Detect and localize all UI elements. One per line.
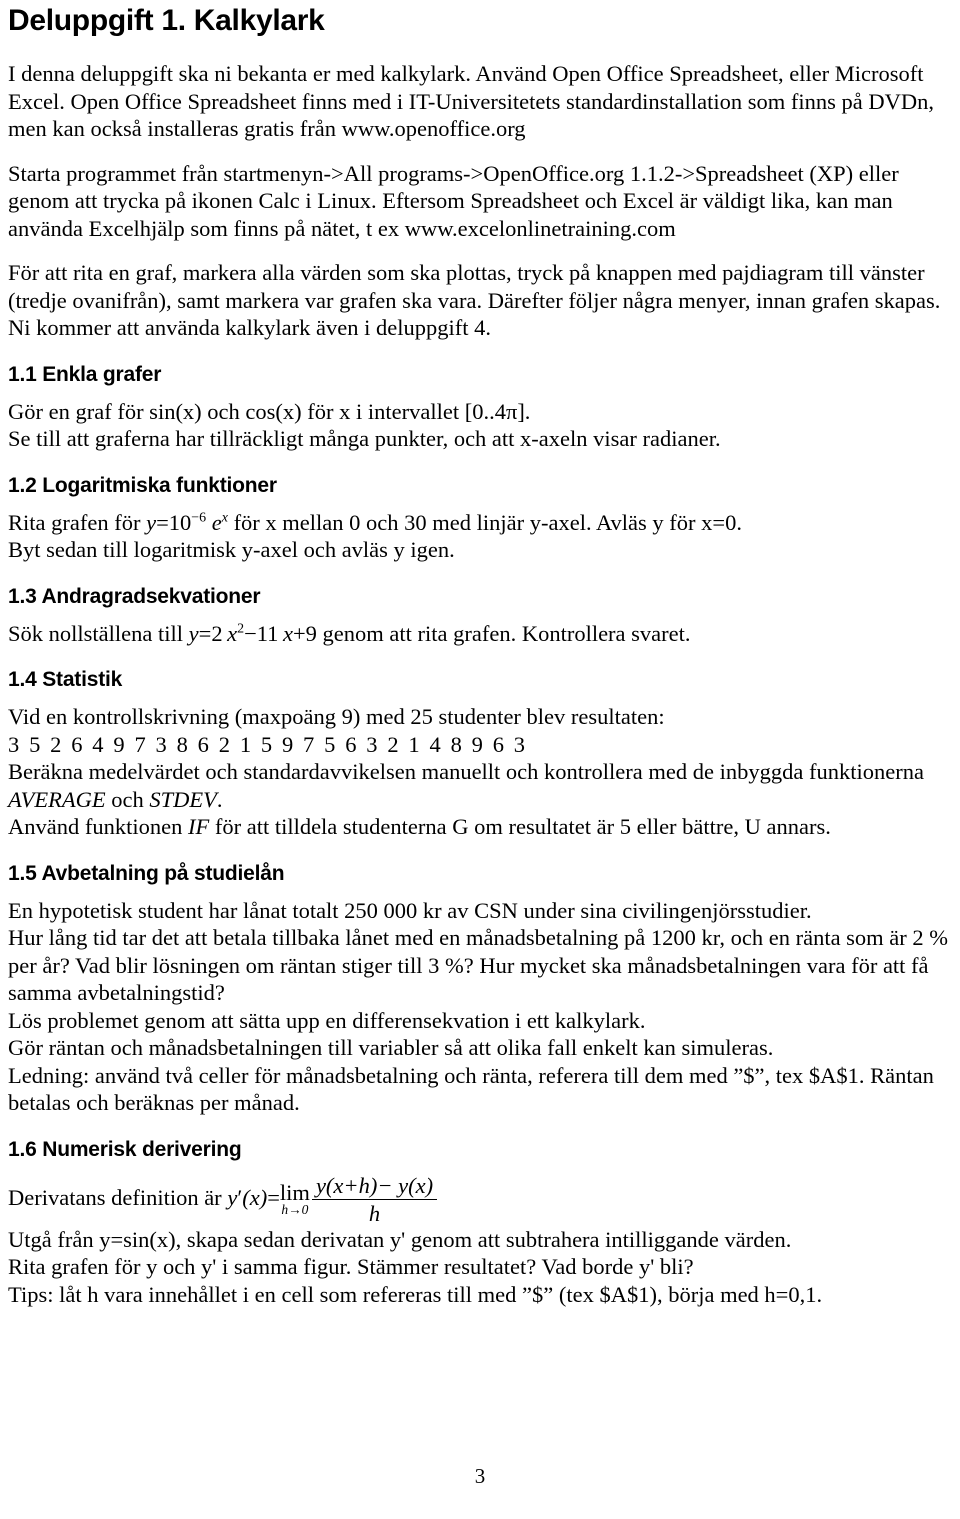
section-1-6-line-4: Tips: låt h vara innehållet i en cell so…: [8, 1281, 823, 1307]
section-1-3-line-1-before: Sök nollställena till: [8, 620, 183, 646]
formula-exp-equals: =: [156, 509, 169, 535]
section-1-4-line-1: Vid en kontrollskrivning (maxpoäng 9) me…: [8, 704, 665, 729]
formula-deriv-arg: (x): [242, 1184, 268, 1210]
function-name-stdev: STDEV: [149, 786, 217, 812]
intro-paragraph-1: I denna deluppgift ska ni bekanta er med…: [8, 61, 935, 141]
section-heading-1-6: 1.6 Numerisk derivering: [8, 1137, 242, 1161]
section-1-3-line-1: Sök nollställena till y=2 x2−11 x+9 geno…: [8, 620, 952, 648]
page-title: Deluppgift 1. Kalkylark: [8, 4, 325, 37]
formula-exponential: y=10−6 ex: [146, 510, 228, 535]
formula-quadratic: y=2 x2−11 x+9: [189, 621, 317, 646]
formula-exp-base: 10: [168, 509, 192, 535]
formula-quad-var: x: [227, 620, 238, 646]
formula-derivative-definition: y′(x)= lim h→0 y(x+h)− y(x) h: [227, 1173, 439, 1226]
section-1-5-line-2: Hur lång tid tar det att betala tillbaka…: [8, 925, 949, 1005]
section-1-6-line-1-before: Derivatans definition är: [8, 1184, 222, 1210]
section-heading-1-2: 1.2 Logaritmiska funktioner: [8, 473, 277, 497]
formula-deriv-lim-label: lim: [279, 1179, 310, 1205]
section-1-1-line-1: Gör en graf för sin(x) och cos(x) för x …: [8, 398, 531, 424]
formula-exp-e: e: [211, 509, 222, 535]
formula-quad-plus: +: [292, 620, 306, 646]
section-1-3-line-1-after: genom att rita grafen. Kontrollera svare…: [322, 620, 691, 646]
section-1-6-line-3: Rita grafen för y och y' i samma figur. …: [8, 1254, 694, 1280]
formula-deriv-y: y: [227, 1184, 238, 1210]
section-1-4-line-4-after: för att tilldela studenterna G om result…: [214, 814, 831, 839]
section-1-4-line-3-after: .: [216, 786, 223, 812]
section-1-4-line-3-before: Beräkna medelvärdet och standardavvikels…: [8, 759, 924, 784]
section-1-6-line-1: Derivatans definition är y′(x)= lim h→0 y(x…: [8, 1173, 952, 1226]
section-1-2-line-1: Rita grafen för y=10−6 ex för x mellan 0…: [8, 509, 952, 537]
page-number: 3: [474, 1464, 486, 1488]
formula-quad-coef: 2: [211, 620, 223, 646]
formula-deriv-numerator: y(x+h)− y(x): [311, 1173, 438, 1200]
formula-deriv-fraction: y(x+h)− y(x) h: [311, 1173, 438, 1226]
formula-quad-b-var: x: [282, 620, 293, 646]
formula-quad-c: 9: [305, 620, 317, 646]
document-page: Deluppgift 1. Kalkylark I denna deluppgi…: [0, 0, 960, 1519]
section-1-5-line-4: Gör räntan och månadsbetalningen till va…: [8, 1035, 774, 1060]
section-1-2-line-1-after: för x mellan 0 och 30 med linjär y-axel.…: [233, 509, 742, 535]
formula-exp-lhs: y: [146, 509, 157, 535]
function-name-if: IF: [187, 814, 210, 839]
formula-exp-exponent: −6: [191, 510, 207, 525]
section-1-6-line-2: Utgå från y=sin(x), skapa sedan derivata…: [8, 1226, 792, 1252]
section-1-4-data-values: 3 5 2 6 4 9 7 3 8 6 2 1 5 9 7 5 6 3 2 1 …: [8, 731, 528, 757]
formula-exp-e-exponent: x: [221, 510, 228, 525]
section-1-4-line-3: Beräkna medelvärdet och standardavvikels…: [8, 758, 952, 813]
formula-deriv-lim-subscript: h→0: [281, 1202, 309, 1218]
intro-paragraph-2: Starta programmet från startmenyn->All p…: [8, 160, 899, 241]
formula-quad-equals: =: [198, 620, 212, 646]
section-heading-1-5: 1.5 Avbetalning på studielån: [8, 861, 285, 885]
section-1-4-line-4-before: Använd funktionen: [8, 814, 183, 839]
formula-deriv-denominator: h: [368, 1200, 381, 1226]
formula-deriv-limit: lim h→0: [280, 1181, 310, 1218]
formula-quad-minus: −: [244, 620, 257, 646]
section-1-4-line-3-mid: och: [111, 786, 144, 812]
section-heading-1-3: 1.3 Andragradsekvationer: [8, 584, 261, 608]
document-content: Deluppgift 1. Kalkylark I denna deluppgi…: [8, 4, 952, 1308]
function-name-average: AVERAGE: [8, 786, 106, 812]
section-1-5-line-5: Ledning: använd två celler för månadsbet…: [8, 1062, 934, 1116]
section-heading-1-1: 1.1 Enkla grafer: [8, 362, 162, 386]
section-1-5-line-3: Lös problemet genom att sätta upp en dif…: [8, 1007, 646, 1033]
formula-deriv-equals: =: [267, 1184, 280, 1210]
section-1-5-line-1: En hypotetisk student har lånat totalt 2…: [8, 897, 812, 923]
intro-paragraph-3: För att rita en graf, markera alla värde…: [8, 260, 941, 340]
section-heading-1-4: 1.4 Statistik: [8, 668, 123, 691]
formula-quad-lhs: y: [188, 620, 199, 646]
formula-quad-b-coef: 11: [256, 620, 279, 646]
section-1-2-line-1-before: Rita grafen för: [8, 509, 141, 535]
section-1-1-line-2: Se till att graferna har tillräckligt må…: [8, 426, 721, 451]
section-1-2-line-2: Byt sedan till logaritmisk y-axel och av…: [8, 537, 455, 562]
section-1-4-line-4: Använd funktionen IF för att tilldela st…: [8, 813, 952, 841]
